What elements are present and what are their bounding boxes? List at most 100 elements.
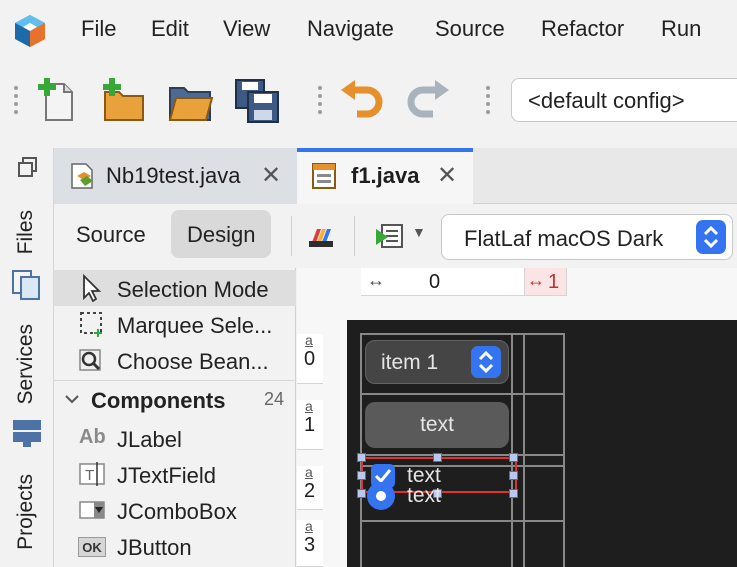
restore-windows-icon[interactable] <box>17 156 39 178</box>
row-anchor: a <box>305 464 313 480</box>
radio-button-icon[interactable] <box>367 482 395 510</box>
toolbar-grip[interactable] <box>318 86 322 116</box>
spinner-arrows-icon <box>471 346 501 378</box>
side-tab-files[interactable]: Files <box>14 210 44 254</box>
undo-icon[interactable] <box>337 76 387 126</box>
resize-handle[interactable] <box>357 471 366 480</box>
palette-item-jbutton[interactable]: OK JButton <box>54 528 296 564</box>
java-class-icon <box>71 163 93 189</box>
tab-label: f1.java <box>351 163 420 188</box>
form-file-icon <box>312 163 336 189</box>
category-label: Components <box>91 388 226 413</box>
column-index: 1 <box>548 271 560 293</box>
svg-text:T: T <box>85 467 94 484</box>
marquee-select-icon <box>80 312 102 337</box>
marquee-selection-item[interactable]: Marquee Sele... <box>54 306 296 342</box>
grid-line <box>523 333 525 567</box>
component-label: JComboBox <box>117 499 237 524</box>
design-view-label: Design <box>187 222 256 247</box>
look-and-feel-value: FlatLaf macOS Dark <box>464 226 664 251</box>
category-count: 24 <box>263 389 284 409</box>
chevron-down-icon[interactable]: ▼ <box>412 224 426 240</box>
menu-run[interactable]: Run <box>661 16 701 42</box>
side-tab-strip: Files Services Projects <box>0 148 54 567</box>
palette-item-jlabel[interactable]: Ab JLabel <box>54 420 296 456</box>
row-header-1[interactable]: a 1 <box>297 398 323 450</box>
toolbar-divider <box>291 216 292 256</box>
jtextfield-icon: T <box>79 462 105 486</box>
side-tab-projects[interactable]: Projects <box>14 474 44 550</box>
components-category-header[interactable]: Components 24 <box>54 381 296 417</box>
resize-horizontal-icon: ↔ <box>527 270 545 290</box>
new-project-icon[interactable] <box>99 76 149 126</box>
row-header-0[interactable]: a 0 <box>297 332 323 384</box>
new-file-icon[interactable] <box>34 76 84 126</box>
chevron-down-icon <box>65 395 79 404</box>
grid-line <box>360 393 565 395</box>
form-canvas[interactable]: item 1 text text text <box>347 320 737 567</box>
form-button-label: text <box>420 413 454 436</box>
menu-file[interactable]: File <box>81 16 116 42</box>
form-combobox[interactable]: item 1 <box>365 340 509 384</box>
close-icon[interactable]: ✕ <box>437 161 457 190</box>
menu-view[interactable]: View <box>223 16 270 42</box>
resize-handle[interactable] <box>509 489 518 498</box>
toolbar-grip[interactable] <box>14 86 18 116</box>
row-index: 3 <box>304 534 316 556</box>
source-view-button[interactable]: Source <box>60 210 162 258</box>
component-label: JButton <box>117 535 192 560</box>
jbutton-icon: OK <box>78 537 106 557</box>
resize-handle[interactable] <box>357 453 366 462</box>
close-icon[interactable]: ✕ <box>261 161 281 190</box>
form-design-area: ↔ 0 ↔ 1 a 0 a 1 a 2 a 3 item 1 text text… <box>297 268 737 567</box>
open-project-icon[interactable] <box>166 76 216 126</box>
resize-handle[interactable] <box>433 453 442 462</box>
row-header-3[interactable]: a 3 <box>297 518 323 567</box>
choose-bean-item[interactable]: Choose Bean... <box>54 342 296 378</box>
look-and-feel-select[interactable]: FlatLaf macOS Dark <box>441 214 733 260</box>
resize-handle[interactable] <box>509 471 518 480</box>
column-header-1[interactable]: ↔ 1 <box>525 268 567 296</box>
grid-line <box>511 333 513 567</box>
resize-handle[interactable] <box>509 453 518 462</box>
tab-nb19test[interactable]: Nb19test.java ✕ <box>54 148 297 204</box>
look-and-feel-palette-icon[interactable] <box>307 221 335 249</box>
palette-mode-label: Selection Mode <box>117 277 269 302</box>
redo-icon[interactable] <box>403 76 453 126</box>
services-icon[interactable] <box>11 418 43 448</box>
resize-handle[interactable] <box>357 489 366 498</box>
combobox-value: item 1 <box>381 351 439 374</box>
configuration-value: <default config> <box>528 88 685 113</box>
grid-line <box>563 333 565 567</box>
form-button[interactable]: text <box>365 402 509 448</box>
jlabel-icon: Ab <box>79 426 106 448</box>
form-editor-toolbar: Source Design ▼ FlatLaf macOS Dark <box>54 204 737 268</box>
jcombobox-icon <box>79 501 105 519</box>
preview-design-icon[interactable] <box>374 221 404 251</box>
grid-line <box>360 520 565 522</box>
menu-navigate[interactable]: Navigate <box>307 16 394 42</box>
files-icon[interactable] <box>11 269 43 301</box>
menu-edit[interactable]: Edit <box>151 16 189 42</box>
column-header-0[interactable]: ↔ 0 <box>361 268 525 296</box>
configuration-select[interactable]: <default config> <box>511 78 737 122</box>
palette-item-jtextfield[interactable]: T JTextField <box>54 456 296 492</box>
tab-f1[interactable]: f1.java ✕ <box>297 148 473 204</box>
design-view-button[interactable]: Design <box>171 210 272 258</box>
netbeans-logo-icon <box>15 15 45 47</box>
side-tab-services[interactable]: Services <box>14 324 44 405</box>
save-all-icon[interactable] <box>232 76 282 126</box>
menu-source[interactable]: Source <box>435 16 505 42</box>
row-anchor: a <box>305 332 313 348</box>
column-index: 0 <box>429 271 441 293</box>
resize-horizontal-icon: ↔ <box>367 270 385 290</box>
palette-mode-label: Choose Bean... <box>117 349 269 374</box>
menu-refactor[interactable]: Refactor <box>541 16 624 42</box>
selection-mode-item[interactable]: Selection Mode <box>54 270 296 306</box>
toolbar-grip[interactable] <box>486 86 490 116</box>
row-header-2[interactable]: a 2 <box>297 464 323 510</box>
cursor-arrow-icon <box>83 274 102 302</box>
palette-item-jcombobox[interactable]: JComboBox <box>54 492 296 528</box>
palette-panel: Selection Mode Marquee Sele... Choose Be… <box>54 268 296 567</box>
palette-mode-label: Marquee Sele... <box>117 313 273 338</box>
